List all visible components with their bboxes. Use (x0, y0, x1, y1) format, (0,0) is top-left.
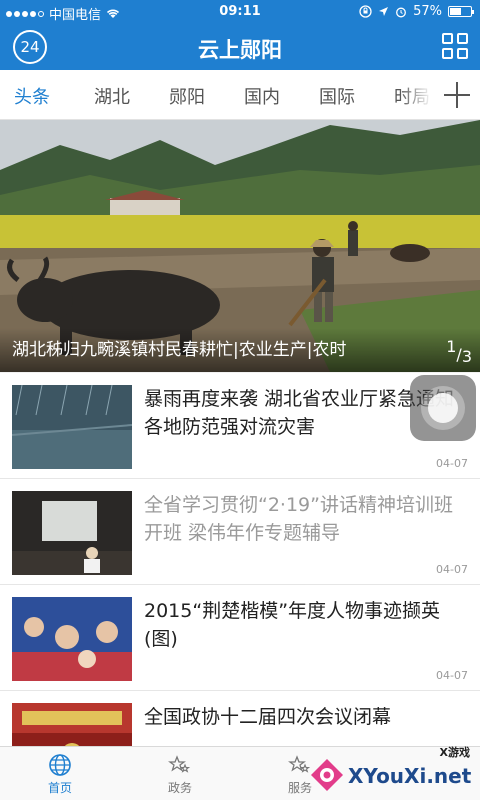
globe-icon (49, 754, 71, 776)
news-date: 04-07 (436, 669, 468, 682)
news-date: 04-07 (436, 563, 468, 576)
news-thumbnail (12, 491, 132, 575)
location-icon (379, 7, 389, 16)
news-thumbnail (12, 597, 132, 681)
add-channel-icon[interactable] (444, 82, 470, 108)
watermark-small-text: X游戏 (439, 746, 470, 759)
stars-icon (168, 755, 191, 773)
list-item[interactable]: 暴雨再度来袭 湖北省农业厅紧急通知各地防范强对流灾害 04-07 (0, 373, 480, 479)
grid-menu-icon[interactable] (442, 33, 468, 59)
news-date: 04-07 (436, 457, 468, 470)
tab-yunyang[interactable]: 郧阳 (169, 83, 205, 109)
watermark: XYouXi.net X游戏 (304, 746, 474, 798)
nav-home[interactable]: 首页 (20, 753, 100, 796)
battery-icon (448, 6, 474, 17)
nav-home-label: 首页 (47, 781, 72, 795)
nav-government[interactable]: 政务 (140, 753, 220, 796)
hero-carousel[interactable]: 湖北秭归九畹溪镇村民春耕忙|农业生产|农时 1/3 (0, 120, 480, 372)
news-thumbnail (12, 385, 132, 469)
assistive-touch-button[interactable] (410, 375, 476, 441)
list-item[interactable]: 2015“荆楚楷模”年度人物事迹撷英(图) 04-07 (0, 585, 480, 691)
tab-international[interactable]: 国际 (319, 83, 355, 109)
channel-tabs: 头条 湖北 郧阳 国内 国际 时局 (0, 70, 480, 120)
news-headline: 全国政协十二届四次会议闭幕 (144, 706, 392, 728)
battery-percent: 57% (413, 4, 442, 19)
rotation-lock-icon (359, 5, 372, 18)
list-item[interactable]: 全省学习贯彻“2·19”讲话精神培训班开班 梁伟年作专题辅导 04-07 (0, 479, 480, 585)
hero-caption: 湖北秭归九畹溪镇村民春耕忙|农业生产|农时 (12, 340, 347, 360)
app-header: 24 云上郧阳 (0, 24, 480, 70)
news-headline: 2015“荆楚楷模”年度人物事迹撷英(图) (144, 600, 441, 650)
app-screen: 中国电信 09:11 57% 24 云上郧阳 头条 湖北 郧阳 国内 国际 时局 (0, 0, 480, 800)
app-title: 云上郧阳 (198, 38, 282, 62)
tab-headlines[interactable]: 头条 (14, 83, 50, 109)
gamepad-logo-icon (311, 759, 343, 791)
watermark-text: XYouXi.net (348, 764, 472, 788)
news-headline: 全省学习贯彻“2·19”讲话精神培训班开班 梁伟年作专题辅导 (144, 494, 453, 544)
tab-domestic[interactable]: 国内 (244, 83, 280, 109)
slide-pager: 1/3 (446, 337, 472, 366)
status-bar: 中国电信 09:11 57% (0, 0, 480, 24)
nav-government-label: 政务 (167, 781, 192, 795)
alarm-icon (396, 7, 407, 17)
tab-hubei[interactable]: 湖北 (94, 83, 130, 109)
